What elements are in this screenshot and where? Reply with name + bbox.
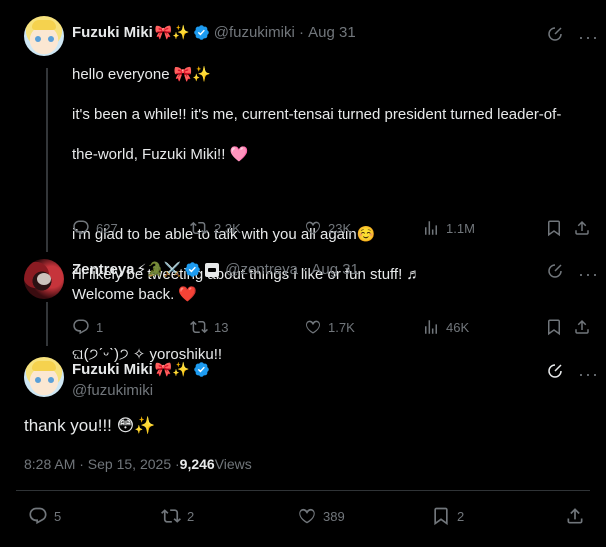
verified-badge-icon — [193, 361, 210, 378]
share-button[interactable] — [573, 318, 591, 336]
more-icon[interactable]: ··· — [578, 365, 599, 383]
thread-line-2 — [46, 302, 48, 346]
bookmark-button[interactable]: 2 — [431, 506, 565, 526]
views-icon — [425, 320, 437, 334]
like-button[interactable]: 1.7K — [304, 318, 422, 336]
like-button[interactable]: 23K — [304, 219, 422, 237]
main-meta-row: 8:28 AM · Sep 15, 2025 · 9,246 Views — [24, 456, 252, 472]
views-label: Views — [214, 456, 252, 472]
reply-icon — [29, 507, 47, 525]
like-icon — [299, 508, 315, 524]
repost-button[interactable]: 2.3K — [190, 219, 304, 237]
repost-count: 2.3K — [214, 220, 241, 236]
like-button[interactable]: 389 — [297, 506, 431, 526]
bookmark-icon — [434, 507, 448, 526]
tweet2-header: Zentreya ⚡🐊⚔️ @zentreya · Aug 31 — [72, 261, 359, 278]
main-top-icons: ··· — [546, 362, 599, 385]
views-button[interactable]: 46K — [422, 318, 545, 336]
tweet-date[interactable]: Aug 31 — [311, 261, 359, 278]
repost-icon — [190, 221, 208, 235]
name-emojis: ⚡🐊⚔️ — [136, 261, 182, 277]
affiliate-badge-icon — [205, 262, 220, 277]
repost-count: 13 — [214, 319, 229, 335]
share-icon — [575, 319, 589, 334]
tweet1-header: Fuzuki Miki 🎀✨ @fuzukimiki · Aug 31 — [72, 24, 356, 41]
avatar-fuzuki-main[interactable] — [24, 357, 64, 397]
main-tweet-text: thank you!!! 😳✨ — [24, 416, 156, 435]
reply-button[interactable]: 1 — [72, 318, 190, 336]
tweet2-top-icons: ··· — [546, 262, 599, 285]
tweet1-actions: 627 2.3K 23K 1.1M — [72, 219, 592, 237]
verified-badge-icon — [193, 24, 210, 41]
reply-icon — [73, 319, 89, 335]
like-count: 389 — [323, 508, 345, 524]
views-total: 9,246 — [179, 456, 215, 472]
like-icon — [306, 221, 320, 235]
like-count: 1.7K — [328, 319, 355, 335]
views-button[interactable]: 1.1M — [422, 219, 545, 237]
bookmark-icon — [548, 220, 560, 237]
bookmark-button[interactable] — [545, 219, 573, 237]
tweet2-actions: 1 13 1.7K 46K — [72, 318, 592, 336]
author-name[interactable]: Fuzuki Miki — [72, 24, 153, 41]
main-name-row: Fuzuki Miki 🎀✨ — [72, 361, 214, 378]
divider-top — [16, 490, 590, 491]
reply-count: 5 — [54, 508, 62, 524]
views-count: 1.1M — [446, 220, 475, 236]
grok-icon[interactable] — [546, 362, 564, 385]
tweet-line: it's been a while!! it's me, current-ten… — [72, 106, 562, 123]
avatar-fuzuki[interactable] — [24, 16, 64, 56]
tweet2-text: Welcome back. ❤️ — [72, 286, 198, 303]
repost-button[interactable]: 13 — [190, 318, 304, 336]
reply-icon — [73, 220, 89, 236]
bookmark-count: 2 — [457, 508, 465, 524]
bookmark-icon — [548, 319, 560, 336]
repost-count: 2 — [187, 508, 195, 524]
main-handle[interactable]: @fuzukimiki — [72, 382, 153, 399]
reply-button[interactable]: 5 — [28, 506, 161, 526]
views-icon — [425, 221, 437, 235]
tweet-timestamp[interactable]: 8:28 AM · Sep 15, 2025 · — [24, 456, 180, 472]
main-actions: 5 2 389 2 — [28, 506, 588, 526]
tweet-line: the-world, Fuzuki Miki!! 🩷 — [72, 146, 249, 163]
name-emojis: 🎀✨ — [154, 24, 190, 40]
share-icon — [575, 220, 589, 235]
name-emojis: 🎀✨ — [154, 361, 190, 377]
author-handle[interactable]: @zentreya — [225, 261, 298, 278]
thread-line-1 — [46, 68, 48, 252]
views-count: 46K — [446, 319, 470, 335]
bookmark-button[interactable] — [545, 318, 573, 336]
more-icon[interactable]: ··· — [578, 265, 599, 283]
repost-icon — [190, 320, 208, 334]
repost-icon — [161, 509, 181, 523]
more-icon[interactable]: ··· — [578, 28, 599, 46]
repost-button[interactable]: 2 — [161, 506, 297, 526]
share-button[interactable] — [573, 219, 591, 237]
reply-count: 1 — [96, 319, 104, 335]
grok-icon[interactable] — [546, 262, 564, 285]
like-count: 23K — [328, 220, 352, 236]
tweet-line: hello everyone 🎀✨ — [72, 66, 212, 83]
author-handle[interactable]: @fuzukimiki — [214, 24, 295, 41]
author-name[interactable]: Fuzuki Miki — [72, 361, 153, 378]
share-button[interactable] — [565, 506, 585, 526]
tweet-date[interactable]: Aug 31 — [308, 24, 356, 41]
like-icon — [306, 320, 320, 334]
reply-button[interactable]: 627 — [72, 219, 190, 237]
reply-count: 627 — [96, 220, 118, 236]
avatar-zentreya[interactable] — [24, 259, 64, 299]
share-icon — [567, 508, 583, 524]
verified-badge-icon — [184, 261, 201, 278]
author-name[interactable]: Zentreya — [72, 261, 135, 278]
